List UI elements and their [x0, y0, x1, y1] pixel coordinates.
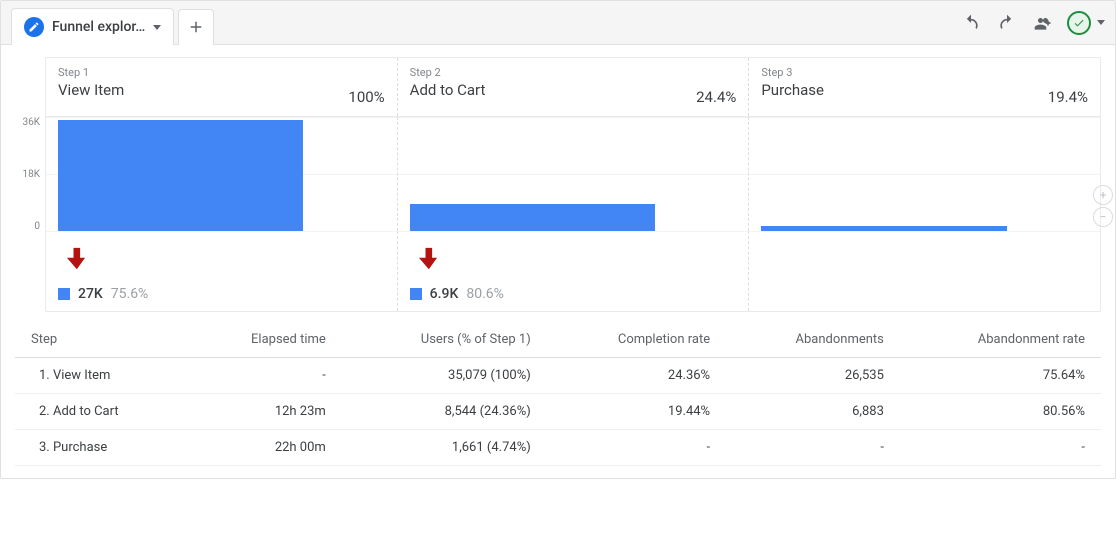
cell-elapsed: 22h 00m	[188, 430, 342, 466]
add-tab-button[interactable]	[178, 9, 214, 45]
step-header-3[interactable]: Step 3 Purchase 19.4%	[749, 58, 1100, 116]
app-frame: Funnel explor…	[0, 0, 1116, 479]
cell-elapsed: 12h 23m	[188, 394, 342, 430]
zoom-out-button[interactable]: −	[1093, 207, 1113, 227]
dropoff-value: 27K	[78, 286, 103, 302]
cell-arate: 75.64%	[900, 358, 1101, 394]
step-header-2[interactable]: Step 2 Add to Cart 24.4%	[398, 58, 750, 116]
y-tick: 18K	[14, 169, 40, 180]
cell-arate: 80.56%	[900, 394, 1101, 430]
bar-slot-2	[398, 117, 750, 231]
y-tick: 0	[14, 221, 40, 232]
bar-purchase[interactable]	[761, 226, 1006, 231]
step-label: Step 3	[761, 66, 824, 79]
dropoff-slot-3	[749, 231, 1100, 311]
chevron-down-icon[interactable]	[153, 25, 161, 30]
step-label: Step 2	[410, 66, 486, 79]
cell-completion: 24.36%	[547, 358, 726, 394]
funnel-table: Step Elapsed time Users (% of Step 1) Co…	[15, 322, 1101, 466]
bars-container	[46, 117, 1100, 231]
undo-button[interactable]	[959, 11, 983, 35]
status-menu-caret[interactable]	[1097, 20, 1105, 25]
legend-swatch-icon	[410, 288, 422, 300]
funnel-chart: Step 1 View Item 100% Step 2 Add to Cart…	[45, 57, 1101, 312]
cell-step: 2. Add to Cart	[15, 394, 188, 430]
tabs-row: Funnel explor…	[11, 7, 214, 44]
cell-completion: -	[547, 430, 726, 466]
th-users[interactable]: Users (% of Step 1)	[342, 322, 547, 358]
chart-body: 36K 18K 0	[46, 116, 1100, 231]
step-pct: 24.4%	[696, 88, 736, 108]
table-row[interactable]: 3. Purchase 22h 00m 1,661 (4.74%) - - -	[15, 430, 1101, 466]
topbar: Funnel explor…	[1, 1, 1115, 45]
cell-users: 8,544 (24.36%)	[342, 394, 547, 430]
th-abandonments[interactable]: Abandonments	[726, 322, 900, 358]
th-step[interactable]: Step	[15, 322, 188, 358]
share-button[interactable]	[1031, 11, 1055, 35]
step-headers: Step 1 View Item 100% Step 2 Add to Cart…	[46, 58, 1100, 116]
cell-step: 3. Purchase	[15, 430, 188, 466]
canvas: Step 1 View Item 100% Step 2 Add to Cart…	[1, 45, 1115, 478]
zoom-in-button[interactable]: +	[1093, 185, 1113, 205]
cell-users: 35,079 (100%)	[342, 358, 547, 394]
dropoff-value: 6.9K	[430, 286, 459, 302]
redo-button[interactable]	[995, 11, 1019, 35]
dropoff-slot-2: 6.9K 80.6%	[398, 231, 750, 311]
dropoff-row: 27K 75.6% 6.9K 80.6%	[46, 231, 1100, 311]
step-name: View Item	[58, 81, 124, 99]
table-header-row: Step Elapsed time Users (% of Step 1) Co…	[15, 322, 1101, 358]
zoom-controls: + −	[1093, 185, 1113, 227]
cell-abandon: 6,883	[726, 394, 900, 430]
cell-completion: 19.44%	[547, 394, 726, 430]
bar-view-item[interactable]	[58, 120, 303, 231]
cell-users: 1,661 (4.74%)	[342, 430, 547, 466]
bar-add-to-cart[interactable]	[410, 204, 655, 231]
step-pct: 100%	[348, 88, 384, 108]
dropoff-legend: 6.9K 80.6%	[410, 286, 737, 302]
dropoff-slot-1: 27K 75.6%	[46, 231, 398, 311]
th-abandon-rate[interactable]: Abandonment rate	[900, 322, 1101, 358]
pencil-icon	[24, 17, 44, 37]
cell-abandon: -	[726, 430, 900, 466]
legend-swatch-icon	[58, 288, 70, 300]
drop-arrow-icon	[418, 246, 737, 276]
cell-arate: -	[900, 430, 1101, 466]
dropoff-rate: 80.6%	[466, 286, 504, 302]
step-name: Add to Cart	[410, 81, 486, 99]
bar-slot-1	[46, 117, 398, 231]
cell-abandon: 26,535	[726, 358, 900, 394]
dropoff-rate: 75.6%	[111, 286, 149, 302]
tab-funnel-exploration[interactable]: Funnel explor…	[11, 8, 174, 45]
y-tick: 36K	[14, 117, 40, 128]
drop-arrow-icon	[66, 246, 385, 276]
status-ok-icon[interactable]	[1067, 11, 1091, 35]
table-row[interactable]: 2. Add to Cart 12h 23m 8,544 (24.36%) 19…	[15, 394, 1101, 430]
bar-slot-3	[749, 117, 1100, 231]
step-name: Purchase	[761, 81, 824, 99]
table-row[interactable]: 1. View Item - 35,079 (100%) 24.36% 26,5…	[15, 358, 1101, 394]
step-label: Step 1	[58, 66, 124, 79]
dropoff-legend: 27K 75.6%	[58, 286, 385, 302]
toolbar	[959, 11, 1105, 41]
cell-step: 1. View Item	[15, 358, 188, 394]
cell-elapsed: -	[188, 358, 342, 394]
y-axis: 36K 18K 0	[12, 117, 42, 232]
th-elapsed[interactable]: Elapsed time	[188, 322, 342, 358]
th-completion[interactable]: Completion rate	[547, 322, 726, 358]
step-pct: 19.4%	[1048, 88, 1088, 108]
tab-title: Funnel explor…	[52, 19, 145, 35]
step-header-1[interactable]: Step 1 View Item 100%	[46, 58, 398, 116]
